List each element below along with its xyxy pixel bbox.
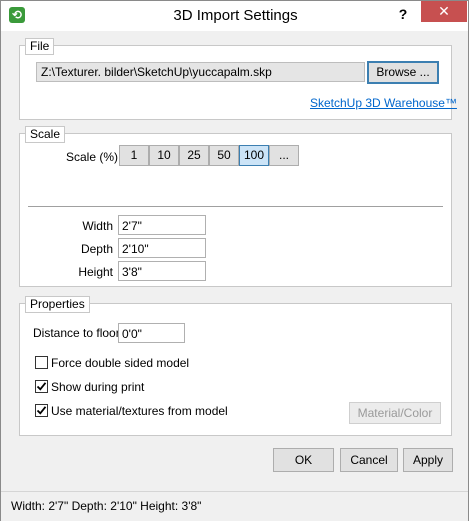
- file-path-field: Z:\Texturer. bilder\SketchUp\yuccapalm.s…: [36, 62, 365, 82]
- file-group-legend: File: [25, 38, 55, 55]
- scale-button-10[interactable]: 10: [149, 145, 179, 166]
- scale-label: Scale (%): [66, 150, 119, 164]
- force-double-checkbox[interactable]: [35, 356, 48, 369]
- ok-button[interactable]: OK: [273, 448, 334, 472]
- status-dimensions-text: Width: 2'7" Depth: 2'10" Height: 3'8": [11, 499, 202, 513]
- status-bar: Width: 2'7" Depth: 2'10" Height: 3'8": [1, 491, 468, 521]
- scale-button-more[interactable]: ...: [269, 145, 299, 166]
- title-bar[interactable]: ⟲ 3D Import Settings ? ✕: [1, 1, 468, 31]
- depth-field[interactable]: 2'10": [118, 238, 206, 258]
- cancel-button[interactable]: Cancel: [340, 448, 398, 472]
- help-button[interactable]: ?: [393, 4, 413, 24]
- scale-button-25[interactable]: 25: [179, 145, 209, 166]
- checkmark-icon: [36, 382, 47, 391]
- depth-label: Depth: [80, 242, 113, 256]
- checkmark-icon: [36, 406, 47, 415]
- warehouse-link[interactable]: SketchUp 3D Warehouse™: [310, 96, 457, 110]
- properties-group-legend: Properties: [25, 296, 90, 313]
- scale-button-50[interactable]: 50: [209, 145, 239, 166]
- material-color-button: Material/Color: [349, 402, 441, 424]
- scale-button-1[interactable]: 1: [119, 145, 149, 166]
- dialog-window: ⟲ 3D Import Settings ? ✕ File Z:\Texture…: [0, 0, 469, 521]
- browse-button[interactable]: Browse ...: [367, 61, 439, 84]
- height-label: Height: [78, 265, 113, 279]
- close-button[interactable]: ✕: [421, 1, 467, 22]
- show-print-label[interactable]: Show during print: [51, 380, 144, 394]
- apply-button[interactable]: Apply: [403, 448, 453, 472]
- distance-field[interactable]: 0'0": [118, 323, 185, 343]
- show-print-checkbox[interactable]: [35, 380, 48, 393]
- use-material-label[interactable]: Use material/textures from model: [51, 404, 228, 418]
- distance-label: Distance to floor: [33, 326, 120, 340]
- scale-button-100[interactable]: 100: [239, 145, 269, 166]
- scale-group-legend: Scale: [25, 126, 66, 143]
- height-field[interactable]: 3'8": [118, 261, 206, 281]
- width-field[interactable]: 2'7": [118, 215, 206, 235]
- force-double-label[interactable]: Force double sided model: [51, 356, 189, 370]
- scale-separator: [28, 206, 443, 207]
- width-label: Width: [82, 219, 113, 233]
- use-material-checkbox[interactable]: [35, 404, 48, 417]
